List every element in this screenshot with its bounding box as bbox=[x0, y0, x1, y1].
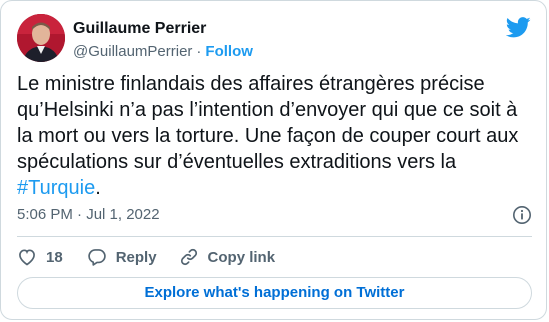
handle-row: @GuillaumPerrier · Follow bbox=[73, 42, 253, 62]
info-icon[interactable] bbox=[512, 205, 532, 225]
like-count: 18 bbox=[46, 248, 63, 266]
avatar[interactable] bbox=[17, 14, 65, 62]
tweet-text-end: . bbox=[95, 177, 101, 199]
twitter-bird-icon[interactable] bbox=[506, 17, 531, 38]
link-icon bbox=[180, 248, 197, 266]
meta-row: 5:06 PM · Jul 1, 2022 bbox=[17, 205, 532, 225]
author-block: Guillaume Perrier @GuillaumPerrier · Follo… bbox=[73, 19, 253, 62]
tweet-card: Guillaume Perrier @GuillaumPerrier · Follo… bbox=[0, 0, 547, 320]
tweet-body: Le ministre finlandais des affaires étra… bbox=[17, 73, 519, 173]
hashtag-link[interactable]: #Turquie bbox=[17, 177, 95, 199]
tweet-text: Le ministre finlandais des affaires étra… bbox=[17, 71, 532, 201]
copy-link-label: Copy link bbox=[207, 248, 276, 266]
explore-button[interactable]: Explore what's happening on Twitter bbox=[17, 277, 532, 309]
reply-button[interactable]: Reply bbox=[87, 247, 157, 267]
separator-dot: · bbox=[196, 43, 202, 60]
divider bbox=[17, 236, 532, 237]
copy-link-button[interactable]: Copy link bbox=[179, 247, 276, 267]
action-bar: 18 Reply Copy link bbox=[17, 245, 297, 269]
reply-icon bbox=[87, 249, 106, 266]
heart-icon bbox=[19, 249, 35, 266]
reply-label: Reply bbox=[115, 248, 157, 266]
author-handle[interactable]: @GuillaumPerrier bbox=[73, 43, 192, 60]
author-name[interactable]: Guillaume Perrier bbox=[73, 19, 253, 39]
like-button[interactable]: 18 bbox=[17, 247, 63, 267]
tweet-timestamp[interactable]: 5:06 PM · Jul 1, 2022 bbox=[17, 206, 160, 223]
follow-button[interactable]: Follow bbox=[205, 43, 253, 60]
